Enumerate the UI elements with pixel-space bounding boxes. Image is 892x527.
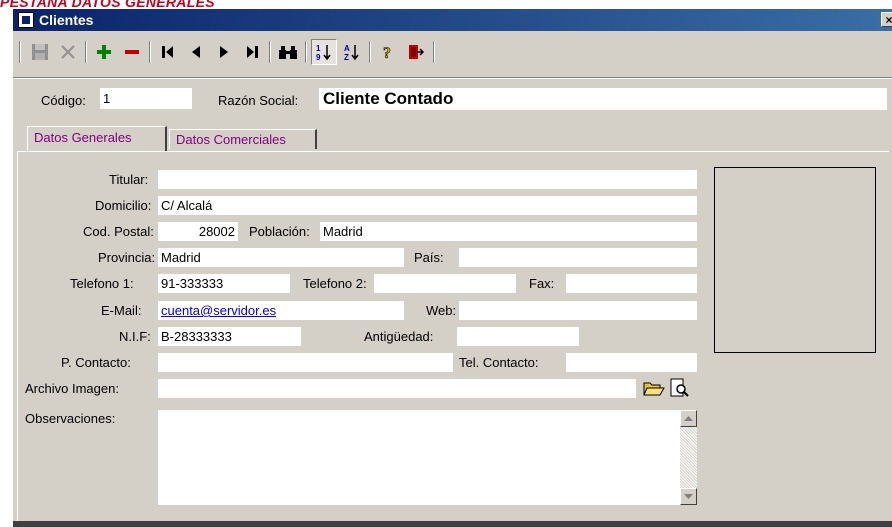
tel-contacto-label: Tel. Contacto:: [459, 355, 539, 370]
telefono2-label: Telefono 2:: [303, 276, 367, 291]
titular-label: Titular:: [109, 172, 149, 187]
window-bottom-edge: [13, 521, 892, 527]
p-contacto-label: P. Contacto:: [61, 355, 131, 370]
scroll-up-button[interactable]: [680, 410, 697, 427]
page-caption: PESTAÑA DATOS GENERALES: [0, 0, 215, 10]
preview-magnifier-icon: [670, 378, 689, 397]
cancel-button[interactable]: [55, 39, 81, 65]
tel-contacto-field[interactable]: [566, 353, 697, 372]
p-contacto-field[interactable]: [158, 353, 453, 372]
tab-datos-comerciales[interactable]: Datos Comerciales: [169, 129, 317, 149]
telefono2-field[interactable]: [374, 274, 516, 293]
find-binoculars-icon: [279, 46, 297, 59]
photo-frame[interactable]: [714, 167, 876, 353]
save-button[interactable]: [27, 39, 53, 65]
poblacion-label: Población:: [249, 224, 310, 239]
toolbar-separator: [305, 41, 307, 63]
open-folder-button[interactable]: [643, 378, 665, 398]
web-field[interactable]: [459, 301, 697, 320]
last-record-icon: [247, 46, 258, 58]
toolbar-separator: [85, 41, 87, 63]
add-button[interactable]: [91, 39, 117, 65]
codigo-field[interactable]: 1: [100, 88, 192, 109]
exit-icon: [409, 45, 425, 59]
email-label: E-Mail:: [101, 303, 142, 318]
toolbar-divider: [13, 77, 892, 79]
web-label: Web:: [426, 303, 457, 318]
razon-social-label: Razón Social:: [218, 93, 299, 108]
antiguedad-label: Antigüedad:: [364, 329, 434, 344]
last-record-button[interactable]: [239, 39, 265, 65]
telefono1-label: Telefono 1:: [70, 276, 134, 291]
fax-field[interactable]: [566, 274, 697, 293]
nif-field[interactable]: B-28333333: [158, 327, 301, 346]
sort-alpha-button[interactable]: AZ: [339, 39, 365, 65]
sort-numeric-button[interactable]: 19: [311, 39, 337, 65]
exit-button[interactable]: [403, 39, 429, 65]
nif-label: N.I.F:: [119, 329, 151, 344]
archivo-imagen-label: Archivo Imagen:: [25, 381, 119, 396]
domicilio-field[interactable]: C/ Alcalá: [158, 196, 697, 215]
toolbar-separator: [269, 41, 271, 63]
codigo-label: Código:: [41, 93, 86, 108]
svg-text:9: 9: [316, 53, 321, 61]
memo-scrollbar[interactable]: [680, 410, 697, 505]
arrow-up-icon: [684, 415, 693, 421]
domicilio-label: Domicilio:: [95, 198, 152, 213]
clientes-window: Clientes × 1 9 A Z ? Código: 1 Razón Soc…: [12, 8, 892, 527]
previous-record-icon: [192, 46, 200, 58]
sort-numeric-icon: 19: [316, 44, 331, 61]
close-button[interactable]: ×: [881, 12, 892, 27]
cod-postal-label: Cod. Postal:: [83, 224, 154, 239]
email-field[interactable]: cuenta@servidor.es: [158, 301, 404, 320]
toolbar: 19 AZ ?: [17, 35, 887, 73]
next-record-icon: [220, 46, 228, 58]
razon-social-field[interactable]: Cliente Contado: [319, 88, 887, 110]
arrow-down-icon: [684, 493, 693, 499]
window-title: Clientes: [39, 12, 94, 28]
toolbar-separator: [149, 41, 151, 63]
toolbar-separator: [19, 41, 21, 63]
svg-text:?: ?: [383, 45, 391, 61]
poblacion-field[interactable]: Madrid: [320, 222, 697, 241]
add-icon: [97, 45, 111, 59]
delete-button[interactable]: [119, 39, 145, 65]
cancel-icon: [61, 45, 75, 59]
observaciones-memo[interactable]: [158, 410, 697, 505]
preview-button[interactable]: [669, 378, 691, 398]
toolbar-separator: [433, 41, 435, 63]
observaciones-label: Observaciones:: [25, 411, 116, 426]
svg-text:1: 1: [316, 44, 321, 53]
help-icon: ?: [383, 45, 392, 61]
antiguedad-field[interactable]: [457, 327, 579, 346]
first-record-button[interactable]: [155, 39, 181, 65]
fax-label: Fax:: [529, 276, 555, 291]
app-icon: [18, 12, 34, 28]
open-folder-icon: [643, 382, 665, 396]
provincia-field[interactable]: Madrid: [158, 248, 404, 267]
svg-text:Z: Z: [344, 53, 349, 61]
title-bar[interactable]: Clientes ×: [13, 9, 892, 31]
delete-icon: [125, 50, 139, 54]
tab-strip: Datos Generales Datos Comerciales: [13, 125, 892, 151]
help-button[interactable]: ?: [375, 39, 401, 65]
find-button[interactable]: [275, 39, 301, 65]
save-icon: [32, 44, 48, 60]
pais-field[interactable]: [459, 248, 697, 267]
tab-datos-generales[interactable]: Datos Generales: [27, 126, 167, 151]
telefono1-field[interactable]: 91-333333: [158, 274, 290, 293]
cod-postal-field[interactable]: 28002: [158, 222, 238, 241]
sort-alpha-icon: AZ: [344, 44, 359, 61]
archivo-imagen-field[interactable]: [158, 379, 636, 398]
previous-record-button[interactable]: [183, 39, 209, 65]
first-record-icon: [162, 46, 173, 58]
next-record-button[interactable]: [211, 39, 237, 65]
pais-label: País:: [414, 250, 444, 265]
toolbar-separator: [369, 41, 371, 63]
titular-field[interactable]: [158, 170, 697, 189]
provincia-label: Provincia:: [98, 250, 156, 265]
svg-text:A: A: [344, 44, 350, 53]
scroll-down-button[interactable]: [680, 488, 697, 505]
